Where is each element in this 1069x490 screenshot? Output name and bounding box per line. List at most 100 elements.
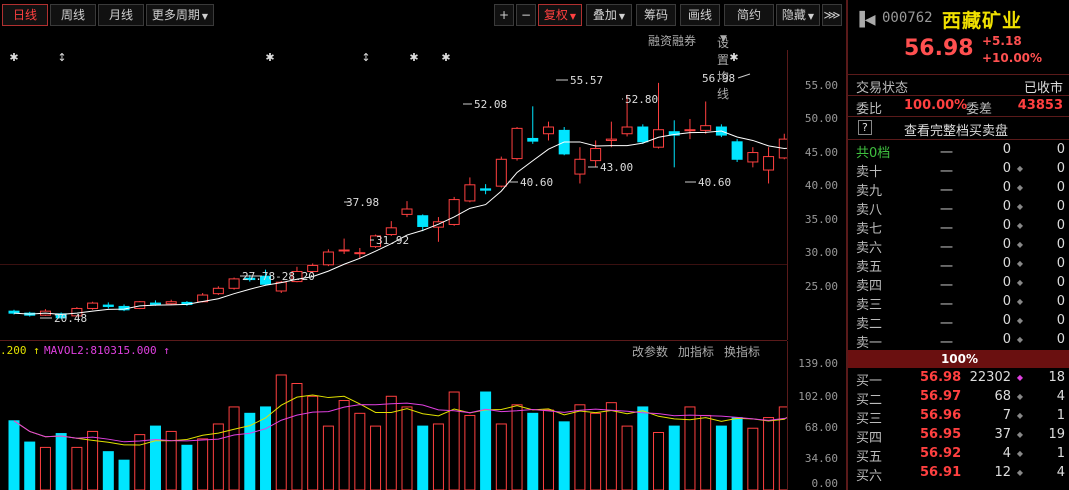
volume-bar bbox=[700, 414, 712, 490]
volume-bar bbox=[763, 417, 775, 490]
bid-count: 4 bbox=[1056, 465, 1065, 480]
bid-volume: 12 bbox=[994, 465, 1011, 480]
ask-row[interactable]: 卖六 一 0 ◆ 0 bbox=[848, 236, 1069, 256]
candle-body bbox=[700, 125, 712, 131]
price-tick: 30.00 bbox=[804, 246, 838, 259]
price-annotation: 52.08 bbox=[474, 98, 507, 111]
bid-row[interactable]: 买二 56.97 68 ◆ 4 bbox=[848, 388, 1069, 408]
bid-volume: 68 bbox=[994, 389, 1011, 404]
candle-body bbox=[149, 302, 161, 305]
ask-volume: 0 bbox=[1002, 218, 1011, 233]
switch-indicator-link[interactable]: 换指标 bbox=[724, 343, 760, 360]
volume-bar bbox=[197, 438, 209, 490]
ask-price: 一 bbox=[940, 279, 954, 294]
ask-price: 一 bbox=[940, 203, 954, 218]
diamond-icon: ◆ bbox=[1016, 468, 1023, 477]
ask-row[interactable]: 卖十 一 0 ◆ 0 bbox=[848, 160, 1069, 180]
volume-bar bbox=[228, 406, 240, 490]
diamond-icon: ◆ bbox=[1016, 392, 1023, 401]
vol-tick: 68.00 bbox=[804, 421, 838, 434]
expand-icon[interactable]: ⋙ bbox=[822, 4, 842, 26]
vol-ma1-value: .200 ↑ bbox=[0, 344, 40, 357]
vol-ma2-text: MAVOL2:810315.000 bbox=[44, 344, 157, 357]
edit-params-link[interactable]: 改参数 bbox=[632, 343, 668, 360]
ask-row[interactable]: 卖七 一 0 ◆ 0 bbox=[848, 217, 1069, 237]
bid-price: 56.96 bbox=[920, 408, 962, 423]
ask-row[interactable]: 卖五 一 0 ◆ 0 bbox=[848, 255, 1069, 275]
price-annotation: 37.98 bbox=[346, 196, 379, 209]
ask-label: 卖五 bbox=[856, 260, 883, 275]
volume-bar bbox=[464, 414, 476, 490]
ask-label: 卖八 bbox=[856, 203, 883, 218]
last-price: 56.98 bbox=[904, 36, 974, 61]
volume-bar bbox=[118, 459, 130, 490]
kline-chart[interactable]: ✱ ↕ ✱ ↕ ✱ ✱ ✱ 20.48 27.78-28.20 37.98 31.92 52.08 5… bbox=[0, 0, 787, 490]
volume-bars bbox=[8, 374, 787, 490]
event-marker-icon: ↕ bbox=[57, 51, 66, 64]
bid-row[interactable]: 买五 56.92 4 ◆ 1 bbox=[848, 445, 1069, 465]
ask-row[interactable]: 卖一 一 0 ◆ 0 bbox=[848, 331, 1069, 351]
ask-row[interactable]: 卖四 一 0 ◆ 0 bbox=[848, 274, 1069, 294]
candles bbox=[8, 82, 787, 319]
ask-label: 卖十 bbox=[856, 165, 883, 180]
vol-tick: 0.00 bbox=[811, 477, 839, 490]
total-vol: 0 bbox=[1002, 142, 1011, 157]
volume-bar bbox=[24, 441, 36, 490]
volume-bar bbox=[181, 444, 193, 490]
candle-body bbox=[417, 215, 429, 227]
vol-ma1-text: .200 bbox=[0, 344, 27, 357]
ask-row[interactable]: 卖九 一 0 ◆ 0 bbox=[848, 179, 1069, 199]
candle-body bbox=[354, 252, 366, 255]
bid-row[interactable]: 买四 56.95 37 ◆ 19 bbox=[848, 426, 1069, 446]
ask-row[interactable]: 卖八 一 0 ◆ 0 bbox=[848, 198, 1069, 218]
price-annotation: 40.60 bbox=[698, 176, 731, 189]
volume-bar bbox=[558, 421, 570, 490]
price-annotation: 55.57 bbox=[570, 74, 603, 87]
help-icon[interactable]: ? bbox=[858, 120, 872, 135]
ask-price: 一 bbox=[940, 260, 954, 275]
volume-bar bbox=[275, 374, 287, 490]
volume-bar bbox=[432, 423, 444, 490]
diamond-icon: ◆ bbox=[1016, 183, 1023, 192]
volume-bar bbox=[621, 425, 633, 490]
ask-row[interactable]: 卖二 一 0 ◆ 0 bbox=[848, 312, 1069, 332]
prev-stock-icon[interactable]: ▐◀ bbox=[854, 12, 876, 28]
price-tick: 45.00 bbox=[804, 146, 838, 159]
candle-body bbox=[511, 127, 523, 160]
price-annotation: 31.92 bbox=[376, 234, 409, 247]
volume-header: .200 ↑ MAVOL2:810315.000 ↑ 改参数 加指标 换指标 bbox=[0, 341, 787, 361]
price-tick: 40.00 bbox=[804, 179, 838, 192]
bid-price: 56.91 bbox=[920, 465, 962, 480]
trade-status-label: 交易状态 bbox=[856, 81, 909, 96]
volume-bar bbox=[542, 409, 554, 490]
price-change: +5.18 bbox=[982, 34, 1022, 48]
volume-bar bbox=[8, 420, 20, 490]
add-indicator-link[interactable]: 加指标 bbox=[678, 343, 714, 360]
full-book-row[interactable]: ? 查看完整档买卖盘 bbox=[848, 119, 1069, 139]
volume-bar bbox=[102, 451, 114, 490]
price-annotation: 20.48 bbox=[54, 312, 87, 325]
ask-row[interactable]: 卖三 一 0 ◆ 0 bbox=[848, 293, 1069, 313]
volume-bar bbox=[637, 406, 649, 490]
bid-row[interactable]: 买一 56.98 22302 ◆ 18 bbox=[848, 369, 1069, 389]
candle-body bbox=[212, 287, 224, 295]
ask-count: 0 bbox=[1056, 199, 1065, 214]
ask-volume: 0 bbox=[1002, 313, 1011, 328]
bid-row[interactable]: 买三 56.96 7 ◆ 1 bbox=[848, 407, 1069, 427]
bid-ask-band: 100% bbox=[848, 350, 1069, 368]
bid-label: 买六 bbox=[856, 469, 883, 484]
candle-body bbox=[763, 156, 775, 171]
price-annotation: 56.98 bbox=[702, 72, 735, 85]
ask-price: 一 bbox=[940, 222, 954, 237]
volume-bar bbox=[134, 434, 146, 490]
candle-body bbox=[87, 302, 99, 309]
trade-status-row: 交易状态 已收市 bbox=[848, 76, 1069, 96]
candle-body bbox=[527, 137, 539, 142]
ask-count: 0 bbox=[1056, 237, 1065, 252]
candle-body bbox=[747, 152, 759, 163]
divider bbox=[848, 139, 1069, 140]
total-price: 一 bbox=[940, 146, 954, 161]
bid-row[interactable]: 买六 56.91 12 ◆ 4 bbox=[848, 464, 1069, 484]
full-book-link[interactable]: 查看完整档买卖盘 bbox=[904, 120, 1008, 139]
divider bbox=[848, 116, 1069, 117]
